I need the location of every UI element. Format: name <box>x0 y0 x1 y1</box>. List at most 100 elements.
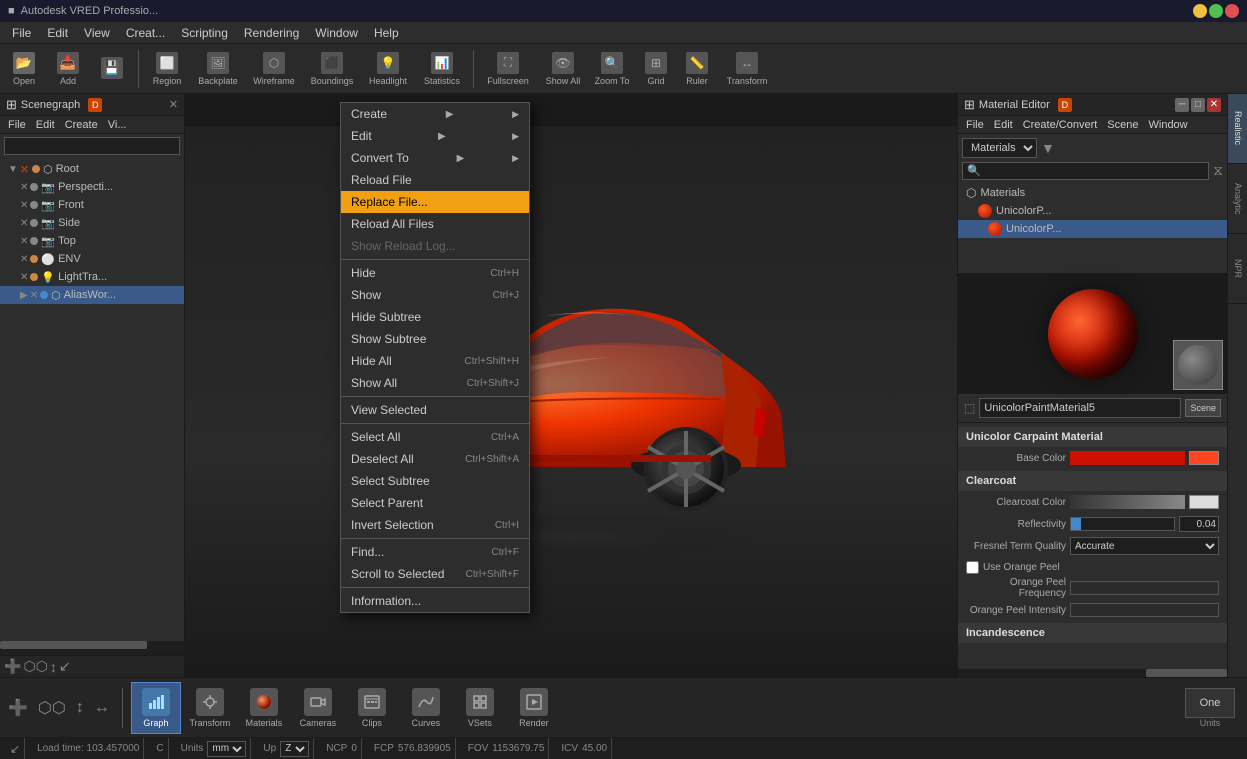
add-button[interactable]: 📥 Add <box>48 48 88 90</box>
bt-link-icon[interactable]: ⬡⬡ <box>34 698 70 718</box>
mat-small-preview[interactable] <box>1173 340 1223 390</box>
prop-fresnel-dropdown[interactable]: Accurate <box>1070 537 1219 555</box>
mat-scene-button[interactable]: Scene <box>1185 399 1221 417</box>
sg-item-persp[interactable]: ✕ 📷 Perspecti... <box>0 178 184 196</box>
menu-window[interactable]: Window <box>307 24 366 42</box>
cm-hide[interactable]: Hide Ctrl+H <box>341 262 529 284</box>
bt-vsets-button[interactable]: VSets <box>455 682 505 734</box>
zoomto-button[interactable]: 🔍 Zoom To <box>590 48 634 90</box>
cm-view-selected[interactable]: View Selected <box>341 399 529 421</box>
sg-move-icon[interactable]: ↙ <box>59 658 71 675</box>
cm-replace-file[interactable]: Replace File... <box>341 191 529 213</box>
prop-reflectivity-slider[interactable] <box>1070 517 1175 531</box>
sg-item-light[interactable]: ✕ 💡 LightTra... <box>0 268 184 286</box>
bt-curves-button[interactable]: Curves <box>401 682 451 734</box>
cm-find[interactable]: Find... Ctrl+F <box>341 541 529 563</box>
bt-add-icon[interactable]: ➕ <box>4 698 32 718</box>
menu-view[interactable]: View <box>76 24 118 42</box>
prop-op-int-slider[interactable] <box>1070 603 1219 617</box>
sg-x-persp[interactable]: ✕ <box>20 182 28 193</box>
sg-expand-alias[interactable]: ▶ <box>20 290 28 301</box>
bt-cameras-button[interactable]: Cameras <box>293 682 343 734</box>
maximize-button[interactable] <box>1209 4 1223 18</box>
prop-section-carpaint-header[interactable]: Unicolor Carpaint Material <box>958 427 1227 447</box>
transform-toolbar-button[interactable]: ↔ Transform <box>720 48 774 90</box>
grid-button[interactable]: ⊞ Grid <box>638 48 674 90</box>
menu-edit[interactable]: Edit <box>39 24 76 42</box>
cm-invert-selection[interactable]: Invert Selection Ctrl+I <box>341 514 529 536</box>
sg-expand-root[interactable]: ▼ <box>8 164 18 175</box>
mat-scrollbar[interactable] <box>958 669 1227 677</box>
sg-item-side[interactable]: ✕ 📷 Side <box>0 214 184 232</box>
menu-help[interactable]: Help <box>366 24 407 42</box>
bt-materials-button[interactable]: Materials <box>239 682 289 734</box>
prop-op-freq-slider[interactable] <box>1070 581 1219 595</box>
sg-link-icon[interactable]: ⬡⬡ <box>23 658 47 675</box>
vtab-analytic[interactable]: Analytic <box>1228 164 1247 234</box>
sg-menu-edit[interactable]: Edit <box>32 119 59 131</box>
cm-convert-to[interactable]: Convert To ▶ <box>341 147 529 169</box>
close-button[interactable] <box>1225 4 1239 18</box>
sg-add-icon[interactable]: ➕ <box>4 658 21 675</box>
menu-rendering[interactable]: Rendering <box>236 24 307 42</box>
prop-section-clearcoat-header[interactable]: Clearcoat <box>958 471 1227 491</box>
bt-graph-button[interactable]: Graph <box>131 682 181 734</box>
statistics-button[interactable]: 📊 Statistics <box>417 48 467 90</box>
mat-type-dropdown[interactable]: Materials <box>962 138 1037 158</box>
mat-name-input[interactable] <box>979 398 1181 418</box>
backplate-button[interactable]: 🖼 Backplate <box>193 48 243 90</box>
menu-create[interactable]: Creat... <box>118 24 173 42</box>
save-button[interactable]: 💾 <box>92 48 132 90</box>
sg-item-root[interactable]: ▼ ✕ ⬡ Root <box>0 160 184 178</box>
menu-file[interactable]: File <box>4 24 39 42</box>
scenegraph-search[interactable] <box>4 137 180 155</box>
cm-information[interactable]: Information... <box>341 590 529 612</box>
ruler-button[interactable]: 📏 Ruler <box>678 48 716 90</box>
prop-clearcoat-swatch[interactable] <box>1189 495 1219 509</box>
mat-filter-btn[interactable]: ⧖ <box>1213 162 1223 180</box>
cm-reload-all[interactable]: Reload All Files <box>341 213 529 235</box>
cm-show-all[interactable]: Show All Ctrl+Shift+J <box>341 372 529 394</box>
open-button[interactable]: 📂 Open <box>4 48 44 90</box>
cm-show-subtree[interactable]: Show Subtree <box>341 328 529 350</box>
showall-button[interactable]: 👁 Show All <box>540 48 586 90</box>
fullscreen-button[interactable]: ⛶ Fullscreen <box>480 48 536 90</box>
menu-scripting[interactable]: Scripting <box>173 24 236 42</box>
cm-deselect-all[interactable]: Deselect All Ctrl+Shift+A <box>341 448 529 470</box>
sg-item-alias[interactable]: ▶ ✕ ⬡ AliasWor... <box>0 286 184 304</box>
sg-unlink-icon[interactable]: ↕ <box>50 659 57 675</box>
cm-select-subtree[interactable]: Select Subtree <box>341 470 529 492</box>
mat-maximize-button[interactable]: □ <box>1191 98 1205 112</box>
status-units-select[interactable]: mm <box>207 741 246 757</box>
bt-clips-button[interactable]: Clips <box>347 682 397 734</box>
sg-scrollbar[interactable] <box>0 641 184 649</box>
viewport-scene[interactable] <box>185 126 957 677</box>
mat-menu-window[interactable]: Window <box>1145 119 1192 131</box>
cm-create[interactable]: Create ▶ <box>341 103 529 125</box>
cm-reload-file[interactable]: Reload File <box>341 169 529 191</box>
sg-menu-file[interactable]: File <box>4 119 30 131</box>
mat-item-materials-folder[interactable]: ⬡ Materials <box>958 184 1227 202</box>
sg-menu-vi[interactable]: Vi... <box>104 119 131 131</box>
sg-close-icon[interactable]: ✕ <box>169 98 178 111</box>
cm-select-parent[interactable]: Select Parent <box>341 492 529 514</box>
prop-base-color-swatch[interactable] <box>1189 451 1219 465</box>
mat-minimize-button[interactable]: ─ <box>1175 98 1189 112</box>
prop-orange-peel-checkbox[interactable] <box>966 561 979 574</box>
sg-item-env[interactable]: ✕ ⚪ ENV <box>0 250 184 268</box>
sg-item-top[interactable]: ✕ 📷 Top <box>0 232 184 250</box>
bt-unlink-icon[interactable]: ↕ <box>72 699 88 717</box>
cm-scroll-selected[interactable]: Scroll to Selected Ctrl+Shift+F <box>341 563 529 585</box>
mat-item-unicolor2[interactable]: UnicolorP... <box>958 220 1227 238</box>
prop-clearcoat-color-bar[interactable] <box>1070 495 1185 509</box>
mat-item-unicolor1[interactable]: UnicolorP... <box>958 202 1227 220</box>
cm-select-all[interactable]: Select All Ctrl+A <box>341 426 529 448</box>
sg-item-front[interactable]: ✕ 📷 Front <box>0 196 184 214</box>
status-up-select[interactable]: Z <box>280 741 309 757</box>
wireframe-button[interactable]: ⬡ Wireframe <box>247 48 301 90</box>
minimize-button[interactable] <box>1193 4 1207 18</box>
headlight-button[interactable]: 💡 Headlight <box>363 48 413 90</box>
cm-edit[interactable]: Edit ▶ <box>341 125 529 147</box>
region-button[interactable]: ⬜ Region <box>145 48 189 90</box>
mat-menu-file[interactable]: File <box>962 119 988 131</box>
